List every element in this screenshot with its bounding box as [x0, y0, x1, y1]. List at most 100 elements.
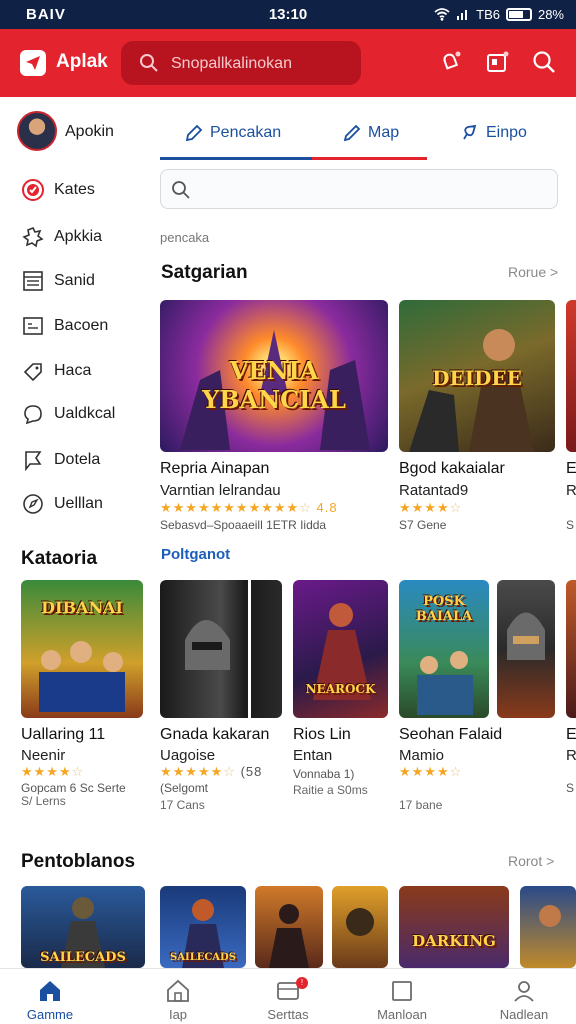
game-thumbnail[interactable]: SAILECADS — [160, 886, 246, 968]
game-art-title: SAILECADS — [170, 952, 236, 963]
star-icon: ★★★★ — [21, 764, 72, 779]
game-subtitle: Ratantad9 — [399, 482, 469, 499]
sidebar-item-label: Sanid — [54, 272, 95, 289]
rating-stars: ★★★★☆ — [399, 764, 462, 780]
image-frame-icon — [20, 313, 46, 339]
game-title: Bgod kakaialar — [399, 460, 505, 477]
popular-card[interactable]: DARKING — [399, 886, 509, 968]
star-icon: ☆ — [449, 500, 463, 515]
game-thumbnail[interactable]: SAILECADS — [21, 886, 145, 968]
tab-indicator — [160, 157, 312, 160]
game-thumbnail-secondary[interactable] — [497, 580, 555, 718]
warrior-art-icon — [269, 904, 309, 968]
app-logo-icon[interactable] — [20, 50, 46, 76]
game-thumbnail[interactable]: NEAROCK — [293, 580, 388, 718]
tab-pencakan[interactable]: Pencakan — [184, 118, 281, 148]
sidebar-item-bacoen[interactable]: Bacoen — [20, 311, 150, 341]
game-thumbnail[interactable]: VENIA YBANCIAL — [160, 300, 388, 452]
game-subtitle: R — [566, 482, 576, 499]
popular-more-link[interactable]: Rorot > — [508, 853, 554, 869]
house-outline-icon — [167, 979, 189, 1002]
game-meta: Sebasvd–Spoaaeill 1ETR Iidda — [160, 518, 327, 532]
status-bar: BAIV 13:10 TB6 28% — [0, 0, 576, 29]
character-art-icon — [539, 905, 561, 927]
bottom-nav-nadlean[interactable]: Nadlean — [474, 969, 574, 1024]
game-thumbnail[interactable] — [520, 886, 576, 968]
cart-icon[interactable] — [484, 49, 510, 75]
target-icon — [20, 177, 46, 203]
notification-badge: ! — [296, 977, 308, 989]
sidebar-item-label: Haca — [54, 362, 92, 379]
search-icon — [140, 54, 158, 72]
sidebar-item-dotela[interactable]: Dotela — [20, 445, 150, 475]
notification-icon[interactable] — [438, 49, 464, 75]
featured-card[interactable]: DEIDEE Bgod kakaialar Ratantad9 ★★★★☆ S7… — [399, 300, 555, 535]
bottom-nav-label: Gamme — [26, 1007, 74, 1022]
game-subtitle: R — [566, 747, 576, 764]
bottom-nav-manloan[interactable]: Manloan — [352, 969, 452, 1024]
popular-card[interactable] — [520, 886, 576, 968]
kategoria-link[interactable]: Poltganot — [161, 546, 230, 563]
category-card[interactable]: POSK BAIALA Seohan Falaid Mamio ★★★★☆ 17… — [399, 580, 555, 812]
featured-more-link[interactable]: Rorue > — [508, 264, 558, 280]
game-thumbnail[interactable]: DEIDEE — [399, 300, 555, 452]
game-meta-secondary: S/ Lerns — [21, 794, 66, 808]
bottom-nav-gamme[interactable]: Gamme — [0, 969, 100, 1024]
avatar[interactable] — [17, 111, 57, 151]
sidebar-item-uelllan[interactable]: Uelllan — [20, 489, 150, 519]
calendar-grid-icon — [20, 268, 46, 294]
star-icon: ★★★★★ — [160, 764, 224, 779]
sidebar-item-label: Dotela — [54, 451, 101, 468]
game-thumbnail[interactable] — [566, 580, 576, 718]
popular-card[interactable]: SAILECADS — [160, 886, 246, 968]
sidebar-item-sanid[interactable]: Sanid — [20, 266, 150, 296]
header-search-input[interactable]: Snopallkalinokan — [121, 41, 361, 85]
rating-stars: ★★★★☆ — [21, 764, 84, 780]
category-card[interactable]: DIBANAI Uallaring 11 Neenir ★★★★☆ Gopcam… — [21, 580, 143, 810]
featured-card-partial[interactable]: E R S — [566, 300, 576, 535]
helmet-art-icon — [185, 580, 251, 718]
sidebar-item-apkkia[interactable]: Apkkia — [20, 222, 150, 252]
flag-icon — [20, 447, 46, 473]
star-icon: ★★★★★★★★★★★ — [160, 500, 300, 515]
tab-label: Einpo — [486, 124, 527, 141]
person-icon — [514, 981, 534, 1002]
game-title: E — [566, 726, 576, 743]
tab-einpo[interactable]: Einpo — [460, 118, 527, 148]
tab-label: Map — [368, 124, 400, 141]
game-meta: S — [566, 518, 575, 532]
edit-icon — [343, 124, 361, 142]
status-icons: TB6 28% — [434, 5, 564, 23]
app-name: Aplak — [56, 51, 108, 72]
category-card[interactable]: NEAROCK Rios Lin Entan Vonnaba 1) Raitie… — [293, 580, 388, 810]
game-thumbnail[interactable]: DIBANAI — [21, 580, 143, 718]
game-thumbnail[interactable]: POSK BAIALA — [399, 580, 489, 718]
game-thumbnail[interactable]: DARKING — [399, 886, 509, 968]
sidebar-item-ualdkcal[interactable]: Ualdkcal — [20, 399, 150, 429]
search-icon[interactable] — [531, 49, 557, 75]
sidebar-item-haca[interactable]: Haca — [20, 356, 150, 386]
rating-value: 4.8 — [316, 500, 338, 515]
bottom-nav-iap[interactable]: Iap — [128, 969, 228, 1024]
game-thumbnail[interactable] — [160, 580, 282, 718]
sidebar-item-label: Bacoen — [54, 317, 109, 334]
popular-card[interactable] — [255, 886, 323, 968]
bottom-nav-serttas[interactable]: ! Serttas — [238, 969, 338, 1024]
game-meta: S — [566, 781, 575, 795]
bottom-nav-label: Serttas — [267, 1007, 309, 1022]
popular-card[interactable] — [332, 886, 388, 968]
bottom-nav: Gamme Iap ! Serttas Manloan Nadlean — [0, 968, 576, 1024]
sidebar-item-kates[interactable]: Kates — [20, 175, 150, 205]
game-thumbnail[interactable] — [332, 886, 388, 968]
content-search-input[interactable] — [160, 169, 558, 209]
category-card[interactable]: Gnada kakaran Uagoise ★★★★★☆ (58 (Selgom… — [160, 580, 282, 812]
category-card-partial[interactable]: E R S — [566, 580, 576, 810]
featured-card[interactable]: VENIA YBANCIAL Repria Ainapan Varntian l… — [160, 300, 388, 535]
popular-card[interactable]: SAILECADS — [21, 886, 145, 968]
tab-map[interactable]: Map — [342, 118, 399, 148]
bottom-nav-label: Iap — [168, 1007, 188, 1022]
game-thumbnail[interactable] — [566, 300, 576, 452]
game-thumbnail[interactable] — [255, 886, 323, 968]
tag-icon — [20, 358, 46, 384]
battery-percent: 28% — [537, 6, 564, 22]
